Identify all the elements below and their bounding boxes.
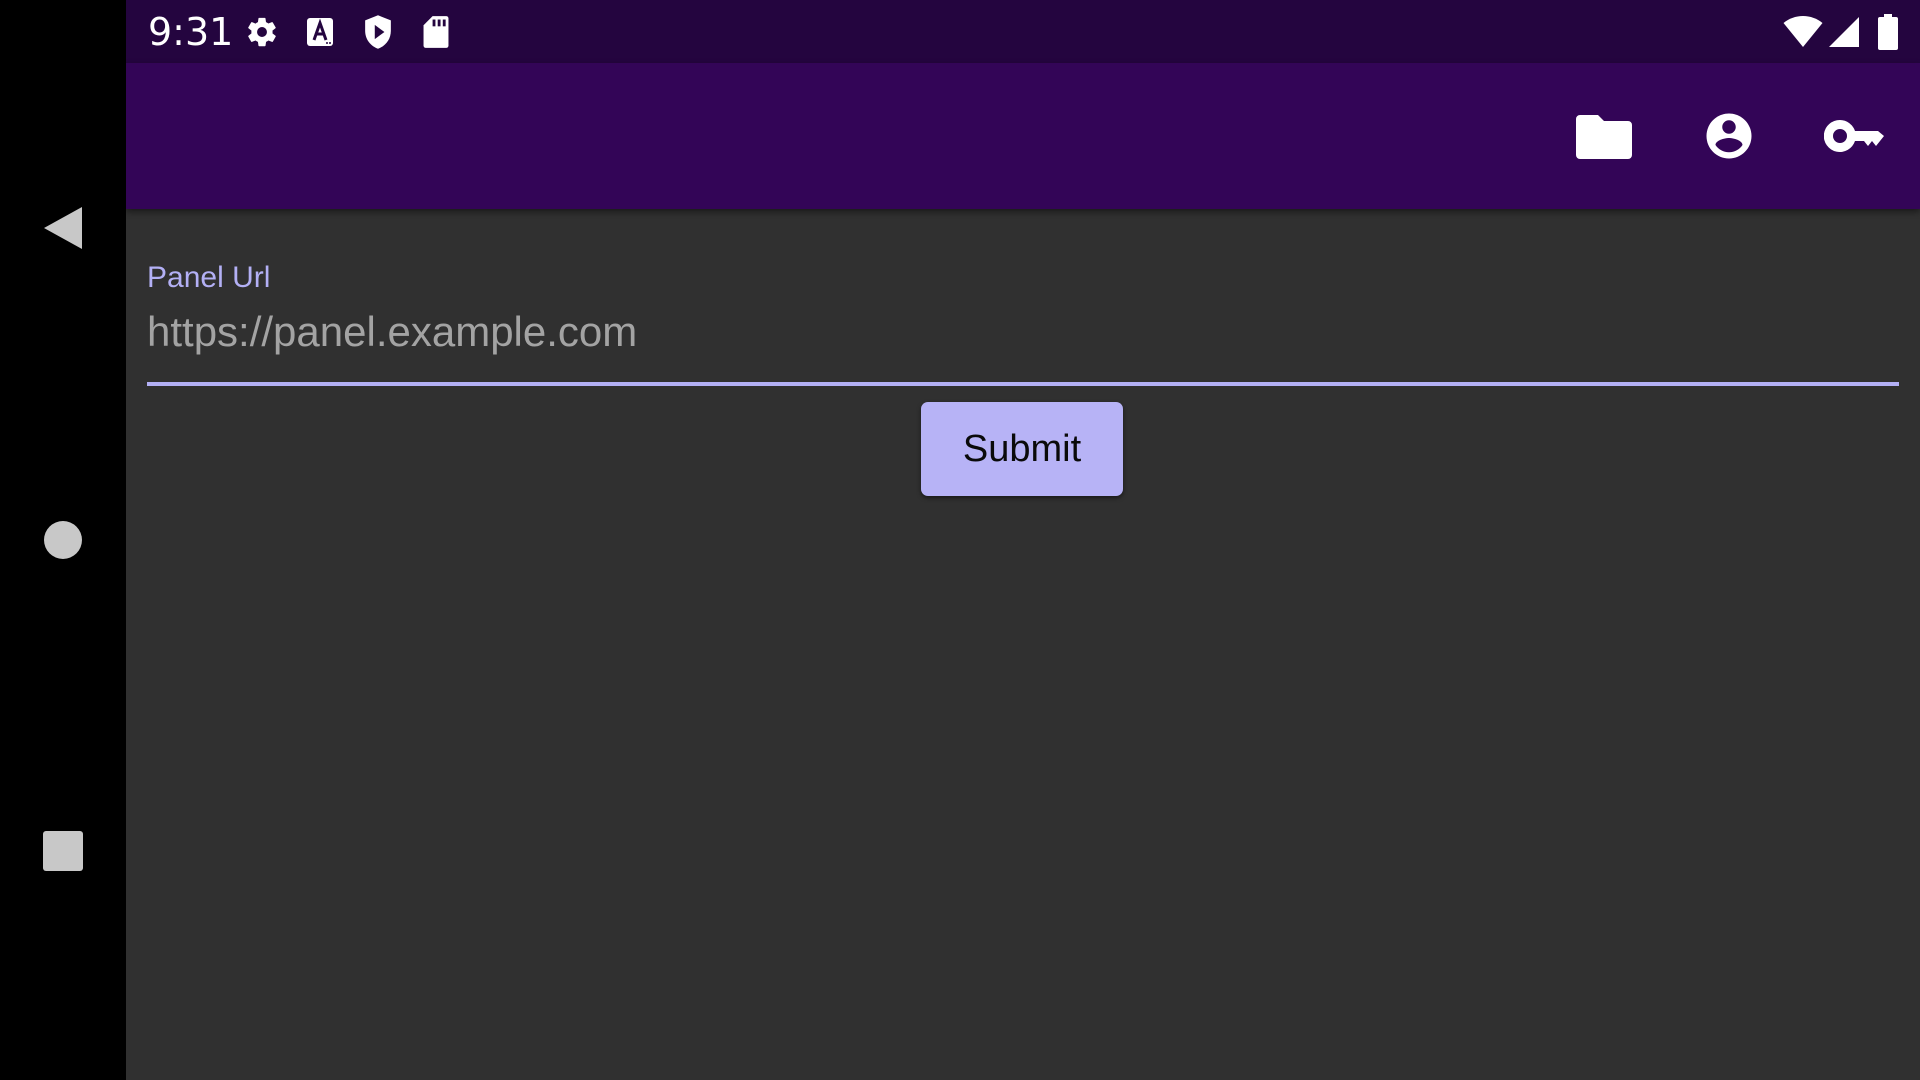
key-button[interactable] — [1816, 98, 1892, 174]
key-icon — [1824, 119, 1884, 152]
wifi-icon — [1782, 14, 1824, 50]
panel-url-underline — [147, 382, 1899, 386]
status-bar: 9:31 — [126, 0, 1920, 63]
recents-icon — [43, 831, 83, 871]
recents-button[interactable] — [0, 806, 126, 896]
panel-url-field: Panel Url — [147, 258, 1899, 388]
panel-url-input[interactable] — [147, 302, 1899, 362]
account-circle-icon — [1706, 113, 1752, 159]
submit-button[interactable]: Submit — [921, 402, 1123, 496]
account-button[interactable] — [1691, 98, 1767, 174]
back-icon — [44, 207, 82, 249]
folder-icon — [1576, 115, 1632, 159]
app-screen: 9:31 Panel Url https://panel.example.com… — [126, 0, 1920, 1080]
font-a-icon — [302, 14, 338, 50]
battery-icon — [1870, 14, 1906, 50]
home-icon — [44, 521, 82, 559]
panel-url-label: Panel Url — [147, 261, 271, 294]
home-button[interactable] — [0, 495, 126, 585]
back-button[interactable] — [0, 183, 126, 273]
sd-card-icon — [418, 14, 454, 50]
status-clock: 9:31 — [148, 10, 234, 54]
folder-button[interactable] — [1566, 98, 1642, 174]
gear-icon — [244, 14, 280, 50]
app-bar — [126, 63, 1920, 209]
cell-signal-icon — [1826, 14, 1862, 50]
navigation-bar — [0, 0, 126, 1080]
shield-play-icon — [360, 14, 396, 50]
